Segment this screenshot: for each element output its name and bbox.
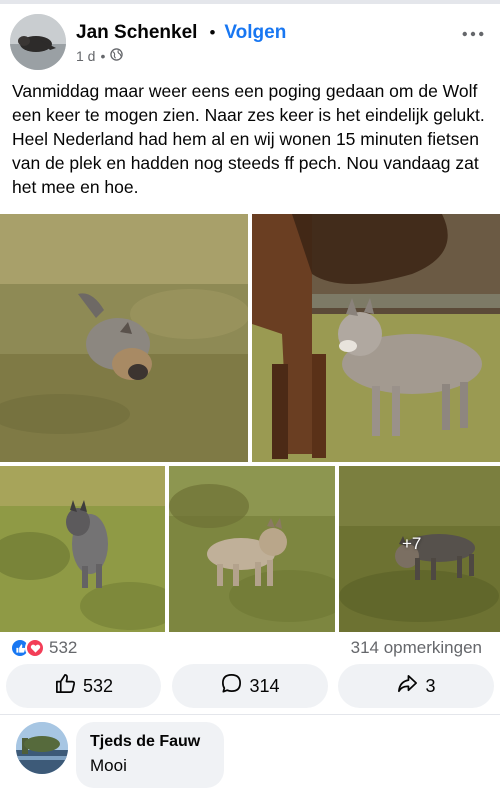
reaction-count: 532 (49, 638, 78, 657)
post-meta: 1 d • (76, 48, 124, 64)
reactions-summary[interactable]: 532 (10, 636, 77, 660)
post-time[interactable]: 1 d (76, 48, 95, 64)
wolf-photo-4[interactable] (169, 466, 335, 632)
comment-count: 314 (249, 675, 280, 696)
comment-text: Mooi (90, 756, 127, 775)
more-photos-count[interactable]: +7 (402, 534, 421, 554)
divider (0, 714, 500, 715)
like-count: 532 (82, 675, 114, 696)
love-reaction-icon (25, 638, 45, 658)
more-horizontal-icon[interactable] (458, 24, 488, 44)
top-border (0, 0, 500, 4)
follow-button[interactable]: Volgen (224, 22, 286, 44)
post-header: Jan Schenkel • Volgen 1 d • (0, 10, 500, 72)
commenter-avatar[interactable] (16, 722, 68, 774)
post-text: Vanmiddag maar weer eens een poging geda… (12, 81, 485, 197)
comment-button[interactable]: 314 (172, 664, 328, 708)
share-count: 3 (425, 675, 436, 696)
share-button[interactable]: 3 (338, 664, 494, 708)
comment-bubble: Tjeds de Fauw Mooi (76, 722, 224, 788)
commenter-name[interactable]: Tjeds de Fauw (90, 733, 210, 751)
thumbs-up-icon (54, 672, 77, 700)
wolf-photo-3[interactable] (0, 466, 165, 632)
separator-dot: • (209, 23, 216, 42)
photo-gallery: +7 (0, 214, 500, 632)
comment-bubble-icon (220, 672, 243, 700)
comments-count[interactable]: 314 opmerkingen (351, 638, 482, 658)
wolf-photo-2[interactable] (252, 214, 500, 462)
author-name[interactable]: Jan Schenkel (76, 22, 197, 44)
meta-dot: • (100, 48, 106, 64)
globe-icon (110, 48, 124, 64)
author-avatar[interactable] (10, 14, 66, 70)
like-button[interactable]: 532 (6, 664, 161, 708)
share-arrow-icon (396, 672, 419, 700)
wolf-photo-1[interactable] (0, 214, 248, 462)
